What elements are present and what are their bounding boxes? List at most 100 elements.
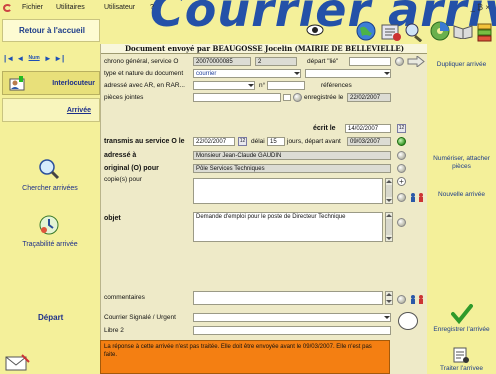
window-controls[interactable]: _ ₿ ×: [471, 3, 491, 12]
objet-button[interactable]: [397, 218, 406, 227]
numeriser-button[interactable]: Numériser, attacher pièces: [427, 155, 496, 171]
pieces-spinner[interactable]: [283, 94, 291, 101]
arrivee-button[interactable]: Arrivée: [2, 98, 100, 122]
right-panel: Dupliquer arrivée Numériser, attacher pi…: [427, 44, 496, 374]
delai-field[interactable]: 15: [267, 137, 285, 146]
left-panel: |◄ ◄ Num ► ►| Interlocuteur Arrivée Cher…: [0, 44, 100, 374]
depart-lie-field[interactable]: [349, 57, 391, 66]
chevron-down-icon[interactable]: [293, 70, 300, 77]
speech-bubble-icon[interactable]: [398, 312, 418, 330]
copies-label: copie(s) pour: [104, 176, 142, 183]
references-label: références: [321, 82, 352, 89]
objet-label: objet: [104, 215, 121, 222]
contact-card-icon: [9, 76, 25, 91]
num-link[interactable]: Num: [29, 55, 40, 61]
commentaires-label: commentaires: [104, 294, 145, 301]
original-button[interactable]: [397, 164, 406, 173]
depart-button[interactable]: Départ: [38, 313, 63, 322]
book-icon[interactable]: [452, 23, 474, 39]
menu-utilisateur[interactable]: Utilisateur: [104, 4, 135, 11]
libre2-label: Libre 2: [104, 327, 124, 334]
enregistrer-arrivee-button[interactable]: Enregistrer l'arrivée: [427, 326, 496, 334]
folders-icon[interactable]: [476, 22, 494, 42]
notebook-icon[interactable]: [380, 22, 402, 42]
process-document-icon[interactable]: [451, 346, 471, 364]
type-label: type et nature du document: [104, 70, 184, 77]
eye-icon[interactable]: [306, 24, 324, 36]
previous-record-button[interactable]: ◄: [16, 54, 24, 63]
depart-lie-button[interactable]: [395, 57, 404, 66]
app-logo-icon: [3, 4, 12, 12]
copies-scrollbar[interactable]: [385, 178, 393, 204]
chrono-label: chrono général, service O: [104, 58, 179, 65]
last-record-button[interactable]: ►|: [54, 54, 64, 63]
enregistree-field: 22/02/2007: [347, 93, 391, 102]
traiter-arrivee-button[interactable]: Traiter l'arrivee: [427, 365, 496, 373]
commentaires-scrollbar[interactable]: [385, 291, 393, 305]
enregistree-label: enregistrée le: [304, 94, 344, 101]
copies-textarea[interactable]: [193, 178, 383, 204]
traceability-icon[interactable]: [38, 214, 60, 236]
chevron-down-icon[interactable]: [383, 314, 390, 321]
type-select[interactable]: courrier: [193, 69, 301, 78]
service-field: 2: [255, 57, 297, 66]
n-label: n°: [259, 82, 266, 89]
letter-icon: [5, 354, 30, 371]
ecrit-field[interactable]: 14/02/2007: [345, 124, 391, 133]
pieces-label: pièces jointes: [104, 94, 144, 101]
arrow-right-icon[interactable]: [407, 56, 425, 67]
transmis-label: transmis au service O le: [104, 138, 185, 145]
toolbar-icons: [300, 20, 496, 44]
objet-scrollbar[interactable]: [385, 212, 393, 242]
ar-number-field[interactable]: [267, 81, 305, 90]
chrono-field: 20070000085: [193, 57, 251, 66]
checkmark-icon[interactable]: [451, 304, 473, 324]
globe-icon[interactable]: [356, 21, 376, 41]
transmis-field[interactable]: 22/02/2007: [193, 137, 235, 146]
adresse-label: adressé à: [104, 152, 137, 159]
add-copy-icon[interactable]: +: [397, 177, 406, 186]
calendar-icon[interactable]: 12: [397, 124, 406, 133]
menu-help[interactable]: ?: [150, 4, 154, 11]
first-record-button[interactable]: |◄: [4, 54, 14, 63]
pieces-button[interactable]: [293, 93, 302, 102]
arrival-form: Document envoyé par BEAUGOSSE Jocelin (M…: [100, 44, 428, 374]
commentaires-button[interactable]: [397, 295, 406, 304]
adresse-button[interactable]: [397, 151, 406, 160]
search-people-icon[interactable]: [404, 22, 426, 42]
arrivee-label: Arrivée: [66, 107, 91, 114]
tracabilite-link[interactable]: Traçabilité arrivée: [0, 241, 100, 248]
people-icon[interactable]: [409, 294, 425, 304]
dupliquer-arrivee-button[interactable]: Dupliquer arrivée: [427, 61, 496, 69]
jours-label: jours, départ avant: [287, 138, 341, 145]
back-home-label: Retour à l'accueil: [19, 26, 85, 35]
type-value: courrier: [196, 71, 217, 77]
chevron-down-icon[interactable]: [247, 82, 254, 89]
next-record-button[interactable]: ►: [44, 54, 52, 63]
ar-select[interactable]: [193, 81, 255, 90]
magnifier-icon[interactable]: [38, 158, 60, 180]
interlocuteur-button[interactable]: Interlocuteur: [2, 71, 100, 95]
calendar-icon[interactable]: 12: [238, 137, 247, 146]
chercher-arrivees-link[interactable]: Chercher arrivées: [0, 185, 100, 192]
commentaires-textarea[interactable]: [193, 291, 383, 305]
pieces-field[interactable]: [193, 93, 281, 102]
disc-icon[interactable]: [430, 21, 450, 41]
nature-select[interactable]: [305, 69, 391, 78]
record-navigation: |◄ ◄ Num ► ►|: [4, 54, 64, 63]
status-green-icon[interactable]: [397, 137, 406, 146]
menu-fichier[interactable]: Fichier: [22, 4, 43, 11]
depart-avant-field: 09/03/2007: [347, 137, 391, 146]
depart-lie-label: départ "lié": [307, 58, 339, 65]
courrier-signale-label: Courrier Signalé / Urgent: [104, 314, 176, 321]
chevron-down-icon[interactable]: [383, 70, 390, 77]
menu-utilitaires[interactable]: Utilitaires: [56, 4, 85, 11]
back-home-button[interactable]: Retour à l'accueil: [2, 19, 100, 42]
people-icon[interactable]: [409, 192, 425, 202]
courrier-signale-select[interactable]: [193, 313, 391, 322]
libre2-field[interactable]: [193, 326, 391, 335]
copies-button[interactable]: [397, 193, 406, 202]
objet-textarea[interactable]: Demande d'emploi pour le poste de Direct…: [193, 212, 383, 242]
nouvelle-arrivee-button[interactable]: Nouvelle arrivée: [427, 191, 496, 199]
adresse-field: Monsieur Jean-Claude GAUDIN: [193, 151, 391, 160]
